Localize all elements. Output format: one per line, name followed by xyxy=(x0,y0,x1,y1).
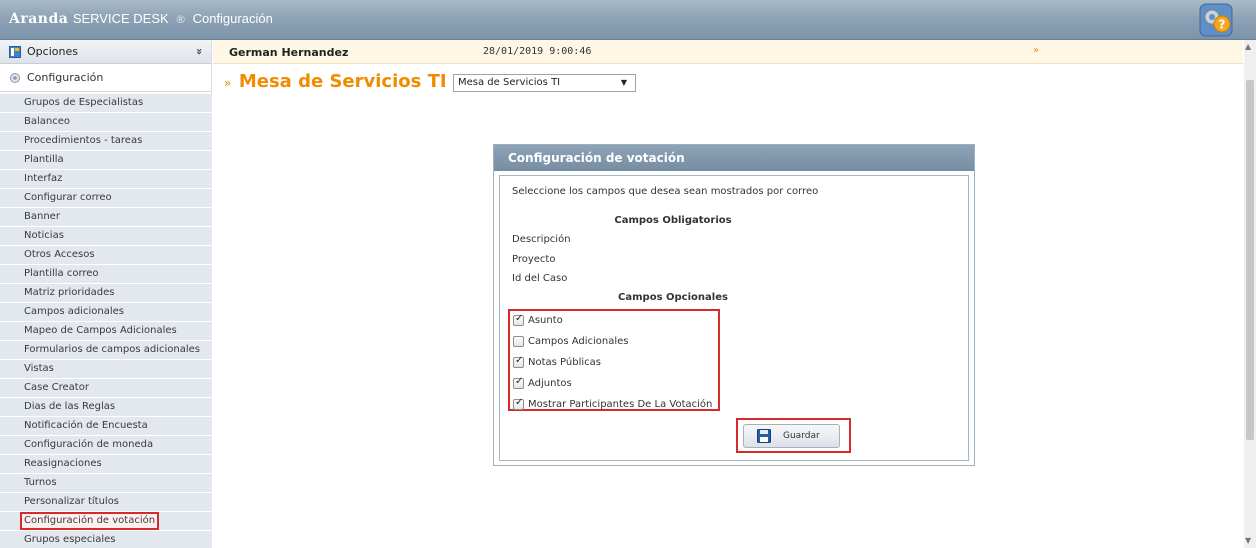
checkbox-campos-adicionales[interactable] xyxy=(513,335,524,347)
sidebar-item-configuracion-votacion[interactable]: Configuración de votación xyxy=(0,512,212,531)
expand-arrow-icon[interactable]: » xyxy=(1033,45,1039,56)
chevron-down-icon[interactable]: » xyxy=(193,48,206,55)
option-asunto[interactable]: Asunto xyxy=(513,312,563,328)
option-campos-adicionales[interactable]: Campos Adicionales xyxy=(513,333,629,349)
option-label: Mostrar Participantes De La Votación xyxy=(528,398,713,410)
sidebar-section-label: Configuración xyxy=(27,71,104,84)
service-desk-select-value: Mesa de Servicios TI xyxy=(458,77,561,88)
gear-icon xyxy=(10,72,20,83)
title-arrow-icon: » xyxy=(224,76,232,90)
sidebar-item-plantilla[interactable]: Plantilla xyxy=(0,151,212,170)
option-label: Adjuntos xyxy=(528,377,572,389)
brand-name: Aranda xyxy=(9,11,69,27)
sidebar-item-banner[interactable]: Banner xyxy=(0,208,212,227)
sidebar-item-reasignaciones[interactable]: Reasignaciones xyxy=(0,455,212,474)
panel-title: Configuración de votación xyxy=(494,145,974,171)
app-header: Aranda SERVICE DESK ® Configuración ? xyxy=(0,0,1256,40)
page-title-wrap: » Mesa de Servicios TI xyxy=(224,71,447,92)
sidebar-item-configuracion-moneda[interactable]: Configuración de moneda xyxy=(0,436,212,455)
sidebar-item-campos-adicionales[interactable]: Campos adicionales xyxy=(0,303,212,322)
option-label: Asunto xyxy=(528,314,563,326)
user-info-bar: German Hernandez 28/01/2019 9:00:46 » xyxy=(213,40,1243,64)
save-button[interactable]: Guardar xyxy=(743,424,840,448)
sidebar-item-matriz-prioridades[interactable]: Matriz prioridades xyxy=(0,284,212,303)
sidebar-item-grupos-especiales[interactable]: Grupos especiales xyxy=(0,531,212,548)
option-mostrar-participantes[interactable]: Mostrar Participantes De La Votación xyxy=(513,396,712,412)
sidebar-item-plantilla-correo[interactable]: Plantilla correo xyxy=(0,265,212,284)
page-title: Mesa de Servicios TI xyxy=(238,71,447,92)
sidebar-item-mapeo-campos[interactable]: Mapeo de Campos Adicionales xyxy=(0,322,212,341)
sidebar-menu: Grupos de Especialistas Balanceo Procedi… xyxy=(0,94,212,548)
checkbox-mostrar-participantes[interactable] xyxy=(513,397,524,410)
checkbox-adjuntos[interactable] xyxy=(513,376,524,389)
sidebar: Opciones » Configuración Grupos de Espec… xyxy=(0,40,212,548)
sidebar-item-noticias[interactable]: Noticias xyxy=(0,227,212,246)
sidebar-item-formularios-campos[interactable]: Formularios de campos adicionales xyxy=(0,341,212,360)
sidebar-item-vistas[interactable]: Vistas xyxy=(0,360,212,379)
required-field: Proyecto xyxy=(512,254,556,265)
sidebar-item-otros-accesos[interactable]: Otros Accesos xyxy=(0,246,212,265)
vertical-scrollbar[interactable]: ▲ ▼ xyxy=(1244,40,1256,548)
scrollbar-thumb[interactable] xyxy=(1246,80,1254,440)
checkbox-notas-publicas[interactable] xyxy=(513,355,524,368)
sidebar-item-grupos-especialistas[interactable]: Grupos de Especialistas xyxy=(0,94,212,113)
sidebar-section-configuracion[interactable]: Configuración xyxy=(0,64,211,92)
sidebar-item-notificacion-encuesta[interactable]: Notificación de Encuesta xyxy=(0,417,212,436)
required-fields-heading: Campos Obligatorios xyxy=(614,215,732,226)
dropdown-arrow-icon[interactable]: ▼ xyxy=(621,75,627,91)
sidebar-item-personalizar-titulos[interactable]: Personalizar títulos xyxy=(0,493,212,512)
scroll-up-icon[interactable]: ▲ xyxy=(1245,42,1251,51)
help-gear-icon[interactable]: ? xyxy=(1199,3,1233,37)
sidebar-item-balanceo[interactable]: Balanceo xyxy=(0,113,212,132)
sidebar-item-turnos[interactable]: Turnos xyxy=(0,474,212,493)
user-name: German Hernandez xyxy=(229,46,349,59)
panel-intro: Seleccione los campos que desea sean mos… xyxy=(512,186,819,197)
scroll-down-icon[interactable]: ▼ xyxy=(1245,536,1251,545)
option-notas-publicas[interactable]: Notas Públicas xyxy=(513,354,601,370)
required-field: Id del Caso xyxy=(512,273,568,284)
save-button-label: Guardar xyxy=(783,431,820,441)
brand-title: Aranda SERVICE DESK ® Configuración xyxy=(9,11,273,27)
sidebar-item-dias-reglas[interactable]: Dias de las Reglas xyxy=(0,398,212,417)
option-label: Campos Adicionales xyxy=(528,335,629,347)
sidebar-item-procedimientos[interactable]: Procedimientos - tareas xyxy=(0,132,212,151)
sidebar-item-interfaz[interactable]: Interfaz xyxy=(0,170,212,189)
options-icon xyxy=(9,45,21,58)
required-field: Descripción xyxy=(512,234,571,245)
optional-fields-heading: Campos Opcionales xyxy=(618,292,728,303)
brand-product: SERVICE DESK xyxy=(72,11,169,26)
sidebar-item-case-creator[interactable]: Case Creator xyxy=(0,379,212,398)
current-datetime: 28/01/2019 9:00:46 xyxy=(483,46,592,57)
svg-text:?: ? xyxy=(1219,18,1226,32)
option-adjuntos[interactable]: Adjuntos xyxy=(513,375,572,391)
sidebar-item-configurar-correo[interactable]: Configurar correo xyxy=(0,189,212,208)
sidebar-options-header[interactable]: Opciones » xyxy=(0,40,211,64)
brand-registered: ® xyxy=(175,13,187,26)
brand-section: Configuración xyxy=(192,11,273,26)
checkbox-asunto[interactable] xyxy=(513,313,524,326)
service-desk-select[interactable]: Mesa de Servicios TI ▼ xyxy=(453,74,636,92)
sidebar-options-label: Opciones xyxy=(27,45,78,58)
floppy-disk-icon xyxy=(757,429,771,443)
option-label: Notas Públicas xyxy=(528,356,601,368)
